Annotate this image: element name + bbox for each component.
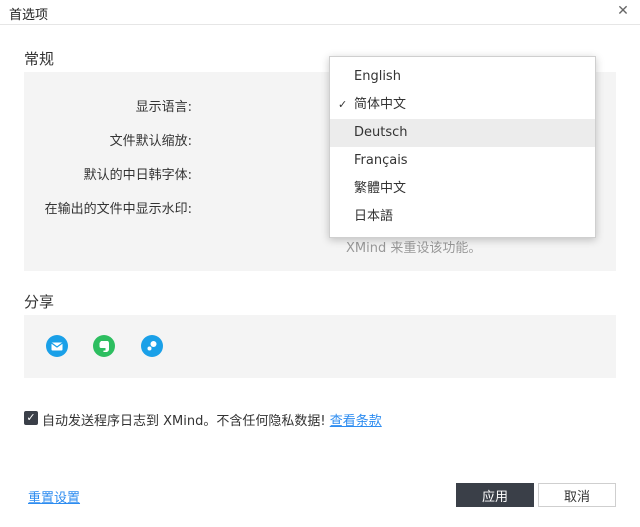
default-zoom-label: 文件默认缩放:	[109, 134, 192, 149]
mail-icon[interactable]	[46, 335, 68, 357]
biji-icon[interactable]	[141, 335, 163, 357]
language-option-german[interactable]: Deutsch	[330, 119, 595, 147]
cancel-button[interactable]: 取消	[538, 483, 616, 507]
window-title: 首选项	[9, 8, 49, 23]
language-option-english[interactable]: English	[330, 63, 595, 91]
consent-row: 自动发送程序日志到 XMind。不含任何隐私数据! 查看条款	[42, 410, 382, 429]
terms-link[interactable]: 查看条款	[330, 414, 382, 429]
apply-button[interactable]: 应用	[456, 483, 534, 507]
display-language-label: 显示语言:	[135, 100, 192, 115]
close-icon[interactable]: ✕	[614, 2, 632, 20]
consent-checkbox[interactable]: ✓	[24, 411, 38, 425]
share-section-title: 分享	[24, 293, 55, 311]
cjk-font-label: 默认的中日韩字体:	[83, 168, 192, 183]
language-option-french[interactable]: Français	[330, 147, 595, 175]
consent-text: 自动发送程序日志到 XMind。不含任何隐私数据!	[42, 414, 326, 429]
watermark-label: 在输出的文件中显示水印:	[44, 202, 192, 217]
language-option-simplified-chinese[interactable]: ✓ 简体中文	[330, 91, 595, 119]
language-option-traditional-chinese[interactable]: 繁體中文	[330, 175, 595, 203]
evernote-icon[interactable]	[93, 335, 115, 357]
checkmark-icon: ✓	[338, 98, 348, 111]
reset-settings-link[interactable]: 重置设置	[28, 487, 80, 506]
language-dropdown-menu: English ✓ 简体中文 Deutsch Français 繁體中文 日本語	[329, 56, 596, 238]
general-section-title: 常规	[24, 50, 55, 68]
reset-hint-text: XMind 来重设该功能。	[346, 241, 482, 256]
title-bar: 首选项 ✕	[0, 0, 640, 25]
language-option-japanese[interactable]: 日本語	[330, 203, 595, 231]
